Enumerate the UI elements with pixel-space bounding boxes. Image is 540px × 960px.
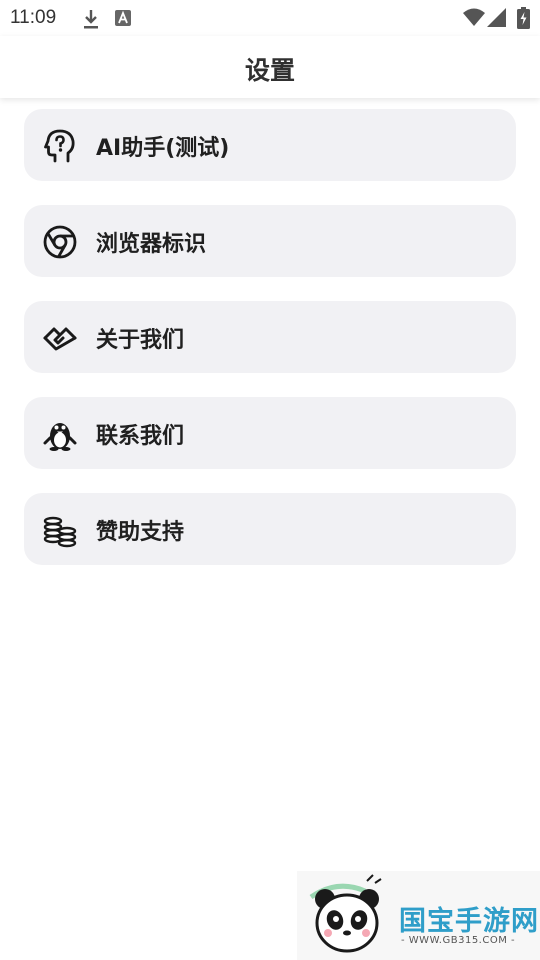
menu-item-ai-assistant[interactable]: AI助手(测试) <box>24 109 516 181</box>
battery-charging-icon <box>517 7 530 29</box>
signal-icon <box>487 8 506 27</box>
watermark-url: - WWW.GB315.COM - <box>401 935 516 946</box>
a-notification-icon <box>115 10 131 26</box>
menu-item-label: 关于我们 <box>96 328 185 353</box>
menu-item-contact-us[interactable]: 联系我们 <box>24 397 516 469</box>
menu-item-browser-ua[interactable]: 浏览器标识 <box>24 205 516 277</box>
menu-item-label: 联系我们 <box>96 424 185 449</box>
wifi-icon <box>463 8 485 26</box>
status-bar: 11:09 <box>0 0 540 36</box>
menu-item-label: AI助手(测试) <box>96 136 230 161</box>
qq-penguin-icon <box>43 423 77 451</box>
browser-icon <box>43 225 77 259</box>
settings-menu: AI助手(测试) 浏览器标识 关于我们 联系我们 赞助支持 <box>24 109 516 589</box>
menu-item-sponsor[interactable]: 赞助支持 <box>24 493 516 565</box>
panda-logo-icon <box>309 874 382 953</box>
ai-head-icon <box>44 129 75 163</box>
menu-item-about-us[interactable]: 关于我们 <box>24 301 516 373</box>
status-time: 11:09 <box>10 7 57 28</box>
app-bar: 设置 <box>0 36 540 98</box>
menu-item-label: 浏览器标识 <box>96 232 207 257</box>
download-icon <box>84 10 98 29</box>
menu-item-label: 赞助支持 <box>96 520 185 545</box>
page-title: 设置 <box>244 56 295 85</box>
watermark-brand: 国宝手游网 <box>399 906 539 937</box>
site-watermark: 国宝手游网 - WWW.GB315.COM - <box>297 871 540 960</box>
handshake-icon <box>43 327 77 351</box>
coins-icon <box>43 516 77 548</box>
